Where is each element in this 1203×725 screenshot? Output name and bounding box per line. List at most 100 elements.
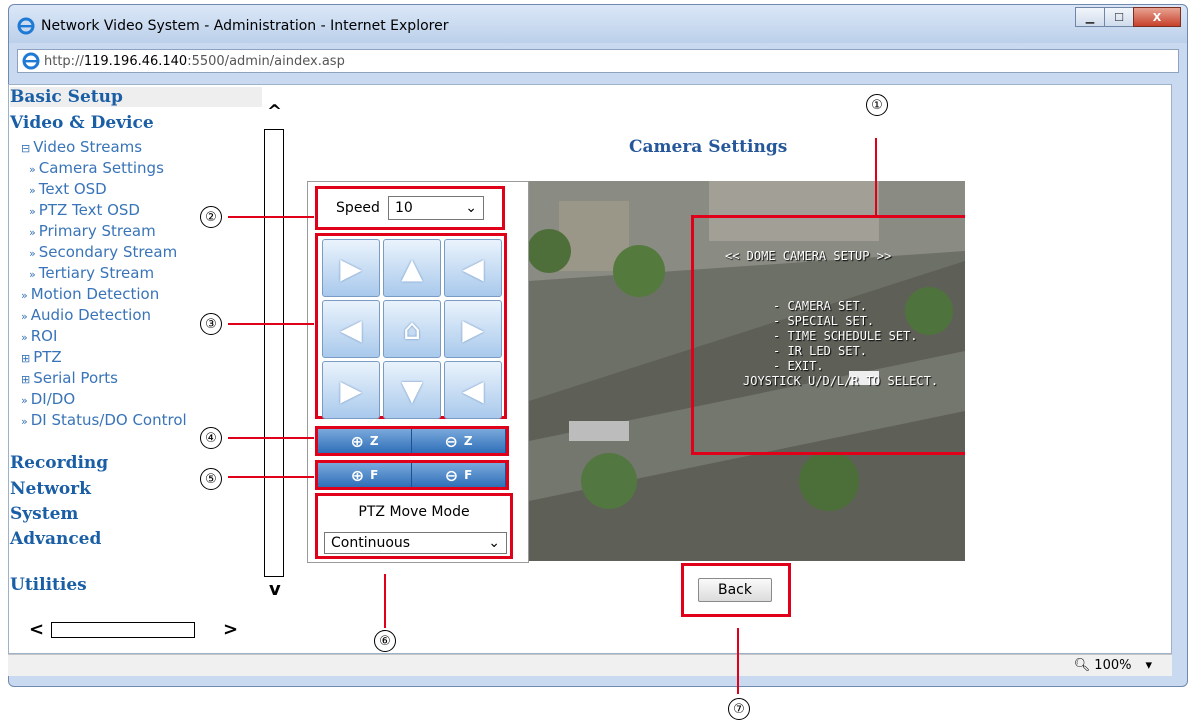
chevron-down-icon[interactable]: ▾ [1145,658,1152,673]
move-mode-label: PTZ Move Mode [358,504,470,520]
osd-line: - CAMERA SET. [773,299,867,313]
callout-5-line [228,476,314,478]
sidebar-item-ptz[interactable]: ⊞ PTZ [21,348,62,366]
double-arrow-icon: » [21,394,28,407]
sidebar-item-ptz-text-osd[interactable]: » PTZ Text OSD [29,201,140,219]
pan-down-left-button[interactable]: ▶ [322,361,380,419]
callout-3-line [228,323,314,325]
nav-advanced[interactable]: Advanced [10,529,101,549]
sidebar-item-label: Serial Ports [33,369,118,387]
pan-left-button[interactable]: ◀ [322,300,380,358]
horizontal-scrollbar[interactable]: < > [23,619,253,640]
pan-right-button[interactable]: ▶ [444,300,502,358]
camera-video-view[interactable]: << DOME CAMERA SETUP >> - CAMERA SET. - … [529,181,965,561]
arrow-up-icon: ▲ [401,251,423,285]
home-button[interactable]: ⌂ [383,300,441,358]
scroll-down-icon[interactable]: v [269,579,281,600]
arrow-right-icon: ▶ [340,251,362,285]
callout-6-line [384,574,386,628]
sidebar-item-primary-stream[interactable]: » Primary Stream [29,222,156,240]
magnify-plus-icon: ⊕ [350,465,365,485]
arrow-left-icon: ◀ [340,312,362,346]
vertical-scrollbar[interactable]: ^ v [264,93,288,613]
title-bar: Network Video System - Administration - … [9,5,1187,43]
sidebar-item-text-osd[interactable]: » Text OSD [29,180,107,198]
focus-far-button[interactable]: ⊖ F [412,463,506,487]
nav-system[interactable]: System [10,504,78,524]
url-host: 119.196.46.140 [83,53,188,69]
nav-basic-setup[interactable]: Basic Setup [10,87,262,107]
status-bar: 🔍︎ 100% ▾ [8,654,1172,676]
zoom-out-button[interactable]: ⊖ Z [412,429,506,453]
scroll-up-icon[interactable]: ^ [267,101,282,122]
arrow-left-icon: ◀ [462,251,484,285]
sidebar-item-tertiary-stream[interactable]: » Tertiary Stream [29,264,154,282]
sidebar-item-label: Primary Stream [38,222,156,240]
callout-7: ⑦ [728,698,750,720]
arrow-right-icon: ▶ [340,373,362,407]
sidebar-item-roi[interactable]: » ROI [21,327,57,345]
osd-line: - TIME SCHEDULE SET. [773,329,918,343]
nav-utilities[interactable]: Utilities [10,575,87,595]
sidebar: Basic Setup Video & Device ⊟ Video Stream… [9,85,262,653]
sidebar-item-label: Motion Detection [30,285,160,303]
pan-up-right-button[interactable]: ◀ [444,239,502,297]
sidebar-item-label: PTZ [33,348,62,366]
tilt-up-button[interactable]: ▲ [383,239,441,297]
scroll-thumb[interactable] [51,622,195,638]
tilt-down-button[interactable]: ▼ [383,361,441,419]
focus-near-label: F [370,468,379,482]
sidebar-item-di-status-do-control[interactable]: » DI Status/DO Control [21,411,187,429]
expand-icon: ⊞ [21,352,31,365]
callout-4: ④ [200,427,222,449]
scroll-left-icon[interactable]: < [29,619,44,640]
double-arrow-icon: » [29,268,36,281]
pan-down-right-button[interactable]: ◀ [444,361,502,419]
pan-up-left-button[interactable]: ▶ [322,239,380,297]
direction-pad: ▶ ▲ ◀ ◀ ⌂ ▶ ▶ ▼ ◀ [315,233,507,419]
close-button[interactable]: X [1133,7,1181,27]
back-button[interactable]: Back [698,578,772,602]
move-mode-select[interactable]: Continuous ⌄ [324,532,507,554]
double-arrow-icon: » [21,331,28,344]
window-controls: ▁ ☐ X [1075,7,1181,27]
speed-select[interactable]: 10 ⌄ [387,196,484,220]
sidebar-item-di-do[interactable]: » DI/DO [21,390,75,408]
scroll-thumb[interactable] [264,129,284,577]
nav-network[interactable]: Network [10,479,91,499]
sidebar-item-label: Tertiary Stream [38,264,155,282]
zoom-level[interactable]: 100% [1094,658,1131,673]
nav-recording[interactable]: Recording [10,453,108,473]
ie-icon [22,52,40,70]
sidebar-item-audio-detection[interactable]: » Audio Detection [21,306,151,324]
window-title: Network Video System - Administration - … [41,18,449,34]
zoom-out-label: Z [463,434,473,448]
chevron-down-icon: ⌄ [465,200,477,216]
maximize-button[interactable]: ☐ [1104,7,1134,27]
focus-near-button[interactable]: ⊕ F [318,463,412,487]
callout-7-line [737,628,739,694]
osd-line: - EXIT. [773,359,824,373]
minimize-button[interactable]: ▁ [1075,7,1105,27]
chevron-down-icon: ⌄ [488,535,500,551]
magnify-minus-icon: ⊖ [444,431,458,451]
scroll-right-icon[interactable]: > [223,619,238,640]
sidebar-item-serial-ports[interactable]: ⊞ Serial Ports [21,369,118,387]
speed-value: 10 [394,200,413,216]
page-title: Camera Settings [629,137,788,157]
sidebar-item-camera-settings[interactable]: » Camera Settings [29,159,164,177]
nav-video-device[interactable]: Video & Device [10,113,154,133]
zoom-controls: ⊕ Z ⊖ Z [315,426,509,456]
zoom-in-button[interactable]: ⊕ Z [318,429,412,453]
osd-line: JOYSTICK U/D/L/R TO SELECT. [743,374,939,388]
sidebar-item-secondary-stream[interactable]: » Secondary Stream [29,243,177,261]
double-arrow-icon: » [21,415,28,428]
sidebar-item-motion-detection[interactable]: » Motion Detection [21,285,159,303]
callout-6: ⑥ [374,630,396,652]
move-mode-value: Continuous [331,535,411,551]
sidebar-item-video-streams[interactable]: ⊟ Video Streams [21,138,142,156]
sidebar-item-label: ROI [30,327,58,345]
address-input[interactable]: http://119.196.46.140:5500/admin/aindex.… [17,49,1179,73]
magnify-plus-icon: ⊕ [350,431,364,451]
collapse-icon: ⊟ [21,142,31,155]
